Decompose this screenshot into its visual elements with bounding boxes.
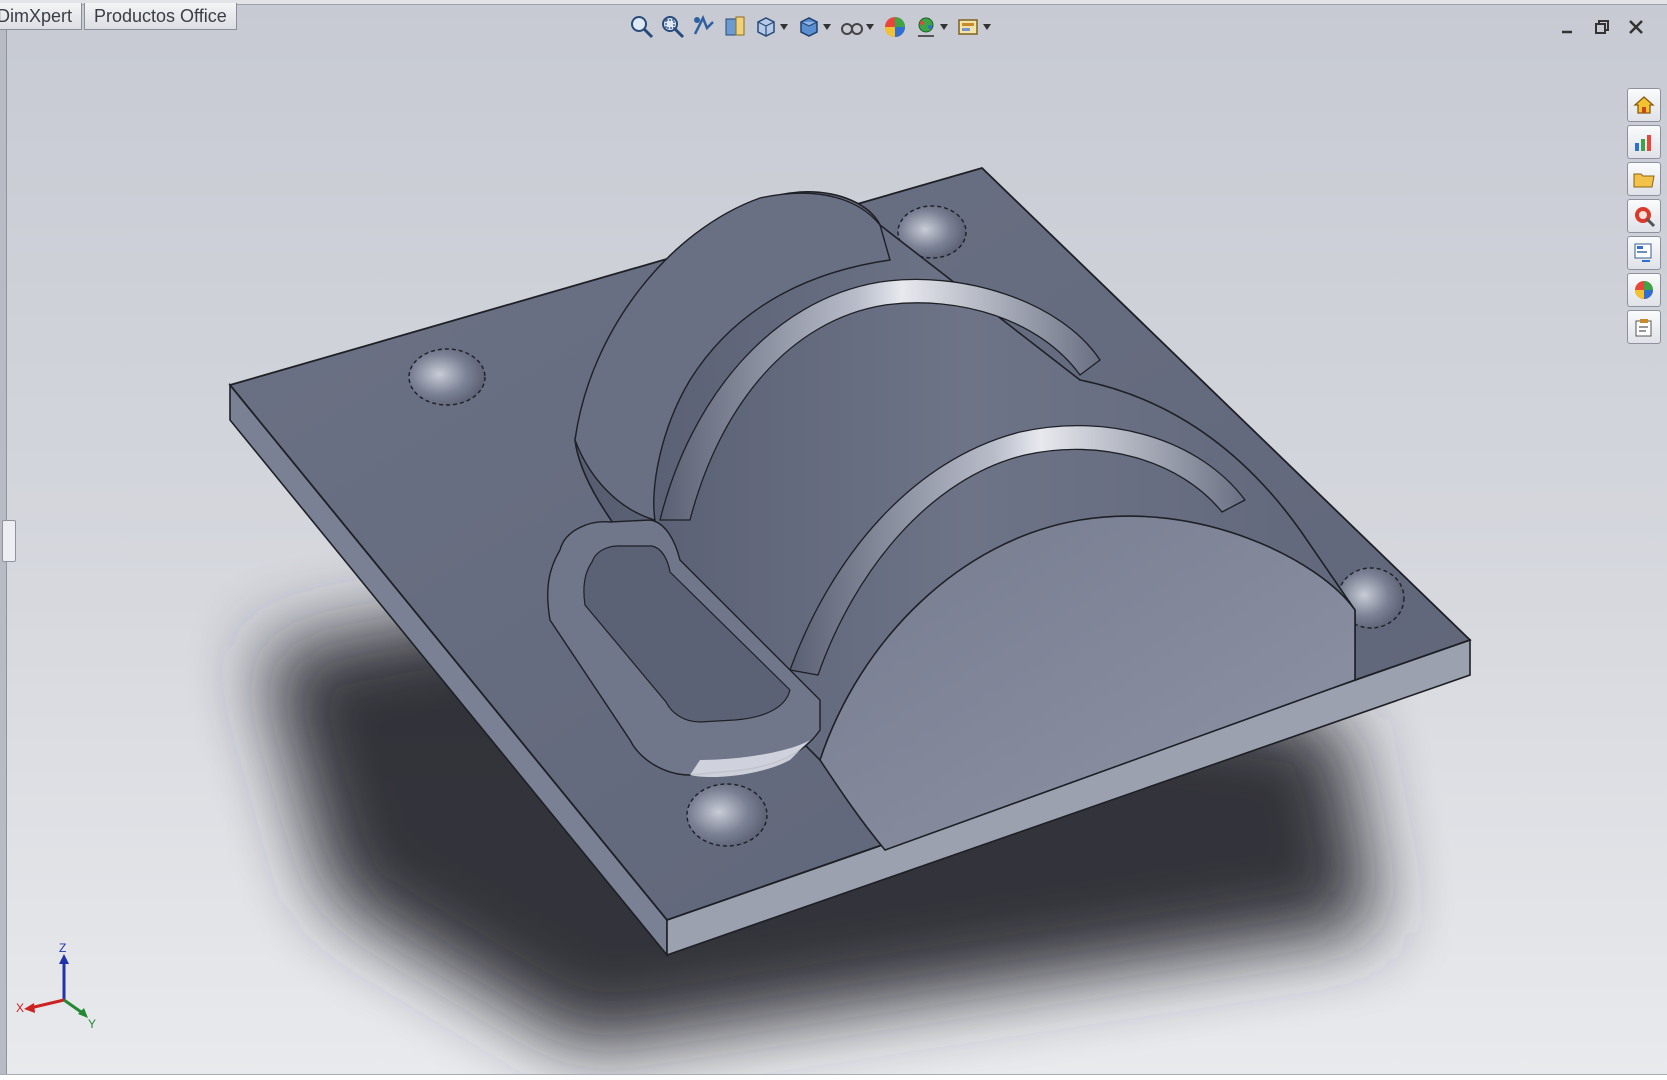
plate-dome-1: [408, 348, 486, 406]
reference-triad: Z X Y: [16, 941, 96, 1030]
graphics-area[interactable]: [0, 0, 1667, 1080]
view-settings-dropdown-icon[interactable]: [982, 12, 992, 42]
hide-show-items-dropdown-icon[interactable]: [865, 12, 875, 42]
apply-scene-icon[interactable]: [912, 12, 940, 42]
minimize-icon[interactable]: [1551, 14, 1585, 40]
file-explorer-icon[interactable]: [1627, 236, 1661, 270]
cad-window: DimXpert Productos Office Z X Y: [0, 0, 1667, 1080]
apply-scene-dropdown-icon[interactable]: [939, 12, 949, 42]
previous-view-icon[interactable]: [690, 12, 718, 42]
task-pane-tabs: [1627, 88, 1663, 347]
view-orientation-dropdown-icon[interactable]: [779, 12, 789, 42]
plate-dome-3: [686, 783, 768, 847]
command-manager-tabs: DimXpert Productos Office: [0, 3, 239, 31]
search-icon[interactable]: [1627, 199, 1661, 233]
folder-icon[interactable]: [1627, 162, 1661, 196]
resources-icon[interactable]: [1627, 125, 1661, 159]
display-style-dropdown-icon[interactable]: [822, 12, 832, 42]
status-strip: [0, 1074, 1667, 1080]
zoom-to-area-icon[interactable]: [659, 12, 687, 42]
section-view-icon[interactable]: [721, 12, 749, 42]
triad-y-label: Y: [88, 1017, 96, 1030]
display-style-icon[interactable]: [795, 12, 823, 42]
restore-icon[interactable]: [1585, 14, 1619, 40]
appearances-icon[interactable]: [1627, 273, 1661, 307]
feature-manager-toggle-handle[interactable]: [2, 520, 16, 562]
edit-appearance-icon[interactable]: [881, 12, 909, 42]
triad-x-label: X: [16, 1001, 24, 1015]
close-icon[interactable]: [1619, 14, 1653, 40]
hide-show-items-icon[interactable]: [838, 12, 866, 42]
title-strip: [0, 0, 1667, 5]
custom-properties-icon[interactable]: [1627, 310, 1661, 344]
heads-up-view-toolbar: [628, 10, 998, 44]
triad-z-label: Z: [59, 941, 66, 955]
view-settings-icon[interactable]: [955, 12, 983, 42]
view-orientation-icon[interactable]: [752, 12, 780, 42]
zoom-to-fit-icon[interactable]: [628, 12, 656, 42]
home-icon[interactable]: [1627, 88, 1661, 122]
tab-productos-office[interactable]: Productos Office: [84, 3, 237, 30]
window-controls: [1551, 14, 1653, 40]
tab-dimxpert[interactable]: DimXpert: [0, 3, 83, 30]
